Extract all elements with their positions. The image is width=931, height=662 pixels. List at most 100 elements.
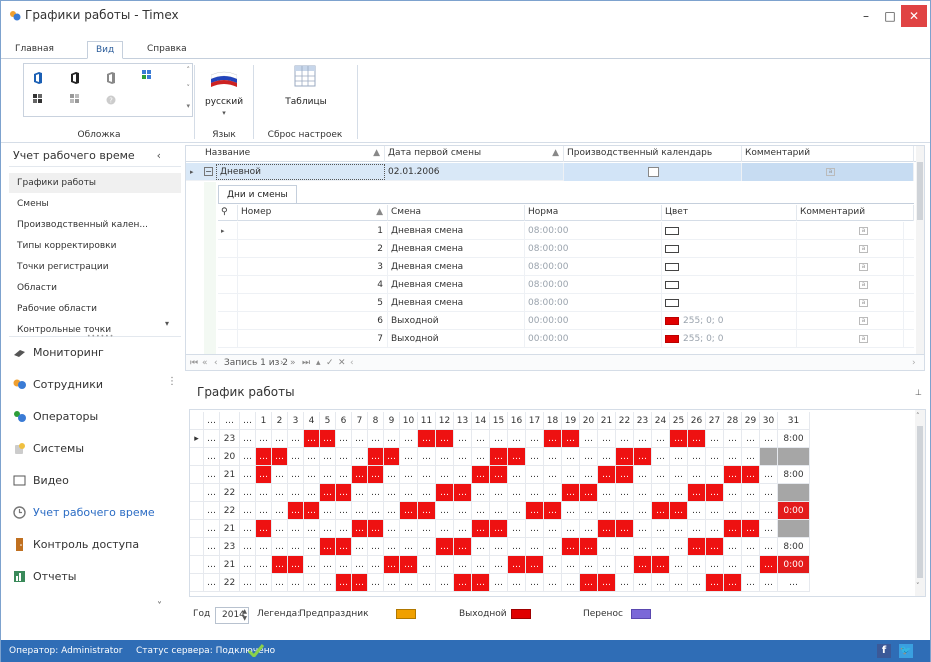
day-cell[interactable] — [760, 448, 778, 466]
day-cell[interactable]: … — [368, 448, 384, 466]
day-cell[interactable]: … — [418, 448, 436, 466]
day-cell[interactable]: … — [400, 520, 418, 538]
row-indicator-cell[interactable] — [190, 574, 204, 592]
day-cell[interactable]: … — [272, 502, 288, 520]
day-cell[interactable]: … — [508, 430, 526, 448]
day-cell[interactable]: … — [562, 574, 580, 592]
day-cell[interactable]: … — [616, 520, 634, 538]
day-cell[interactable]: … — [490, 484, 508, 502]
day-cell[interactable]: … — [490, 556, 508, 574]
day-cell[interactable]: … — [436, 466, 454, 484]
sidebar-item-work-areas[interactable]: Рабочие области — [9, 299, 181, 319]
day-cell[interactable]: … — [670, 484, 688, 502]
detail-row[interactable]: 4 Дневная смена 08:00:00 a — [218, 276, 914, 294]
comment-cell[interactable]: a — [742, 163, 914, 181]
summary-cell[interactable]: … — [240, 502, 256, 520]
day-cell[interactable]: 8:00 — [778, 430, 810, 448]
day-cell[interactable]: … — [670, 520, 688, 538]
day-cell[interactable]: … — [562, 448, 580, 466]
day-cell[interactable]: … — [508, 502, 526, 520]
column-header-summary[interactable]: … — [220, 412, 240, 430]
column-header-day[interactable]: 17 — [526, 412, 544, 430]
metro-skin-icon[interactable] — [70, 94, 80, 106]
shift-cell[interactable]: Выходной — [388, 312, 525, 330]
summary-cell[interactable]: … — [204, 520, 220, 538]
day-cell[interactable]: … — [742, 448, 760, 466]
day-cell[interactable]: … — [454, 538, 472, 556]
column-header-day[interactable]: 26 — [688, 412, 706, 430]
day-cell[interactable]: … — [304, 430, 320, 448]
day-cell[interactable]: … — [418, 502, 436, 520]
day-cell[interactable]: … — [598, 556, 616, 574]
day-cell[interactable]: … — [508, 520, 526, 538]
day-cell[interactable]: … — [670, 556, 688, 574]
day-cell[interactable]: … — [598, 448, 616, 466]
day-cell[interactable]: … — [760, 556, 778, 574]
day-cell[interactable]: … — [256, 556, 272, 574]
day-cell[interactable]: … — [336, 448, 352, 466]
day-cell[interactable]: … — [544, 466, 562, 484]
collapse-row-icon[interactable]: − — [204, 167, 213, 176]
column-header-summary[interactable]: … — [204, 412, 220, 430]
day-cell[interactable]: … — [320, 448, 336, 466]
day-cell[interactable]: … — [724, 574, 742, 592]
scrollbar-thumb[interactable] — [917, 162, 923, 220]
day-cell[interactable]: … — [706, 466, 724, 484]
norm-cell[interactable]: 08:00:00 — [525, 276, 662, 294]
comment-cell[interactable]: a — [797, 294, 904, 312]
days-count-cell[interactable]: 21 — [220, 466, 240, 484]
comment-icon[interactable]: a — [859, 317, 868, 325]
day-cell[interactable]: … — [336, 538, 352, 556]
comment-cell[interactable]: a — [797, 258, 904, 276]
day-cell[interactable]: … — [400, 574, 418, 592]
day-cell[interactable]: … — [706, 448, 724, 466]
help-skin-icon[interactable]: ? — [106, 94, 116, 106]
day-cell[interactable]: … — [670, 538, 688, 556]
column-header-day[interactable]: 3 — [288, 412, 304, 430]
day-cell[interactable]: … — [352, 538, 368, 556]
column-header-name[interactable]: Название ▲ — [202, 146, 385, 162]
day-cell[interactable]: … — [526, 520, 544, 538]
detail-row[interactable]: 2 Дневная смена 08:00:00 a — [218, 240, 914, 258]
day-cell[interactable]: … — [688, 574, 706, 592]
day-cell[interactable]: … — [544, 556, 562, 574]
day-cell[interactable]: … — [272, 466, 288, 484]
day-cell[interactable]: … — [256, 520, 272, 538]
summary-cell[interactable]: … — [204, 574, 220, 592]
day-cell[interactable]: 8:00 — [778, 538, 810, 556]
day-cell[interactable]: … — [272, 520, 288, 538]
column-header-day[interactable]: 30 — [760, 412, 778, 430]
twitter-icon[interactable]: 🐦 — [899, 644, 913, 658]
scroll-down-icon[interactable]: ˅ — [916, 582, 920, 590]
day-cell[interactable]: … — [352, 466, 368, 484]
color-cell[interactable] — [662, 240, 797, 258]
shift-cell[interactable]: Дневная смена — [388, 294, 525, 312]
day-cell[interactable]: … — [616, 502, 634, 520]
day-cell[interactable]: … — [580, 520, 598, 538]
sidebar-item-production-calendar[interactable]: Производственный кален... — [9, 215, 181, 235]
tab-home[interactable]: Главная — [7, 41, 62, 59]
summary-cell[interactable]: … — [240, 574, 256, 592]
day-cell[interactable]: … — [304, 502, 320, 520]
column-header-day[interactable]: 7 — [352, 412, 368, 430]
days-count-cell[interactable]: 22 — [220, 484, 240, 502]
day-cell[interactable]: … — [634, 484, 652, 502]
day-cell[interactable]: … — [508, 574, 526, 592]
day-cell[interactable]: … — [454, 556, 472, 574]
norm-cell[interactable]: 00:00:00 — [525, 330, 662, 348]
day-cell[interactable]: … — [336, 520, 352, 538]
day-cell[interactable]: … — [580, 484, 598, 502]
day-cell[interactable]: … — [598, 502, 616, 520]
column-header-day[interactable]: 22 — [616, 412, 634, 430]
day-cell[interactable]: … — [526, 538, 544, 556]
day-cell[interactable]: … — [400, 466, 418, 484]
day-cell[interactable]: … — [526, 448, 544, 466]
column-header-day[interactable]: 18 — [544, 412, 562, 430]
day-cell[interactable]: … — [490, 520, 508, 538]
production-calendar-cell[interactable] — [564, 163, 742, 181]
next-record-icon[interactable]: › — [280, 355, 284, 371]
shift-cell[interactable]: Дневная смена — [388, 258, 525, 276]
skin-gallery[interactable]: ? ˄ ˅ ▾ — [23, 63, 193, 117]
day-cell[interactable]: 0:00 — [778, 502, 810, 520]
column-header-number[interactable]: Номер ▲ — [238, 205, 388, 221]
